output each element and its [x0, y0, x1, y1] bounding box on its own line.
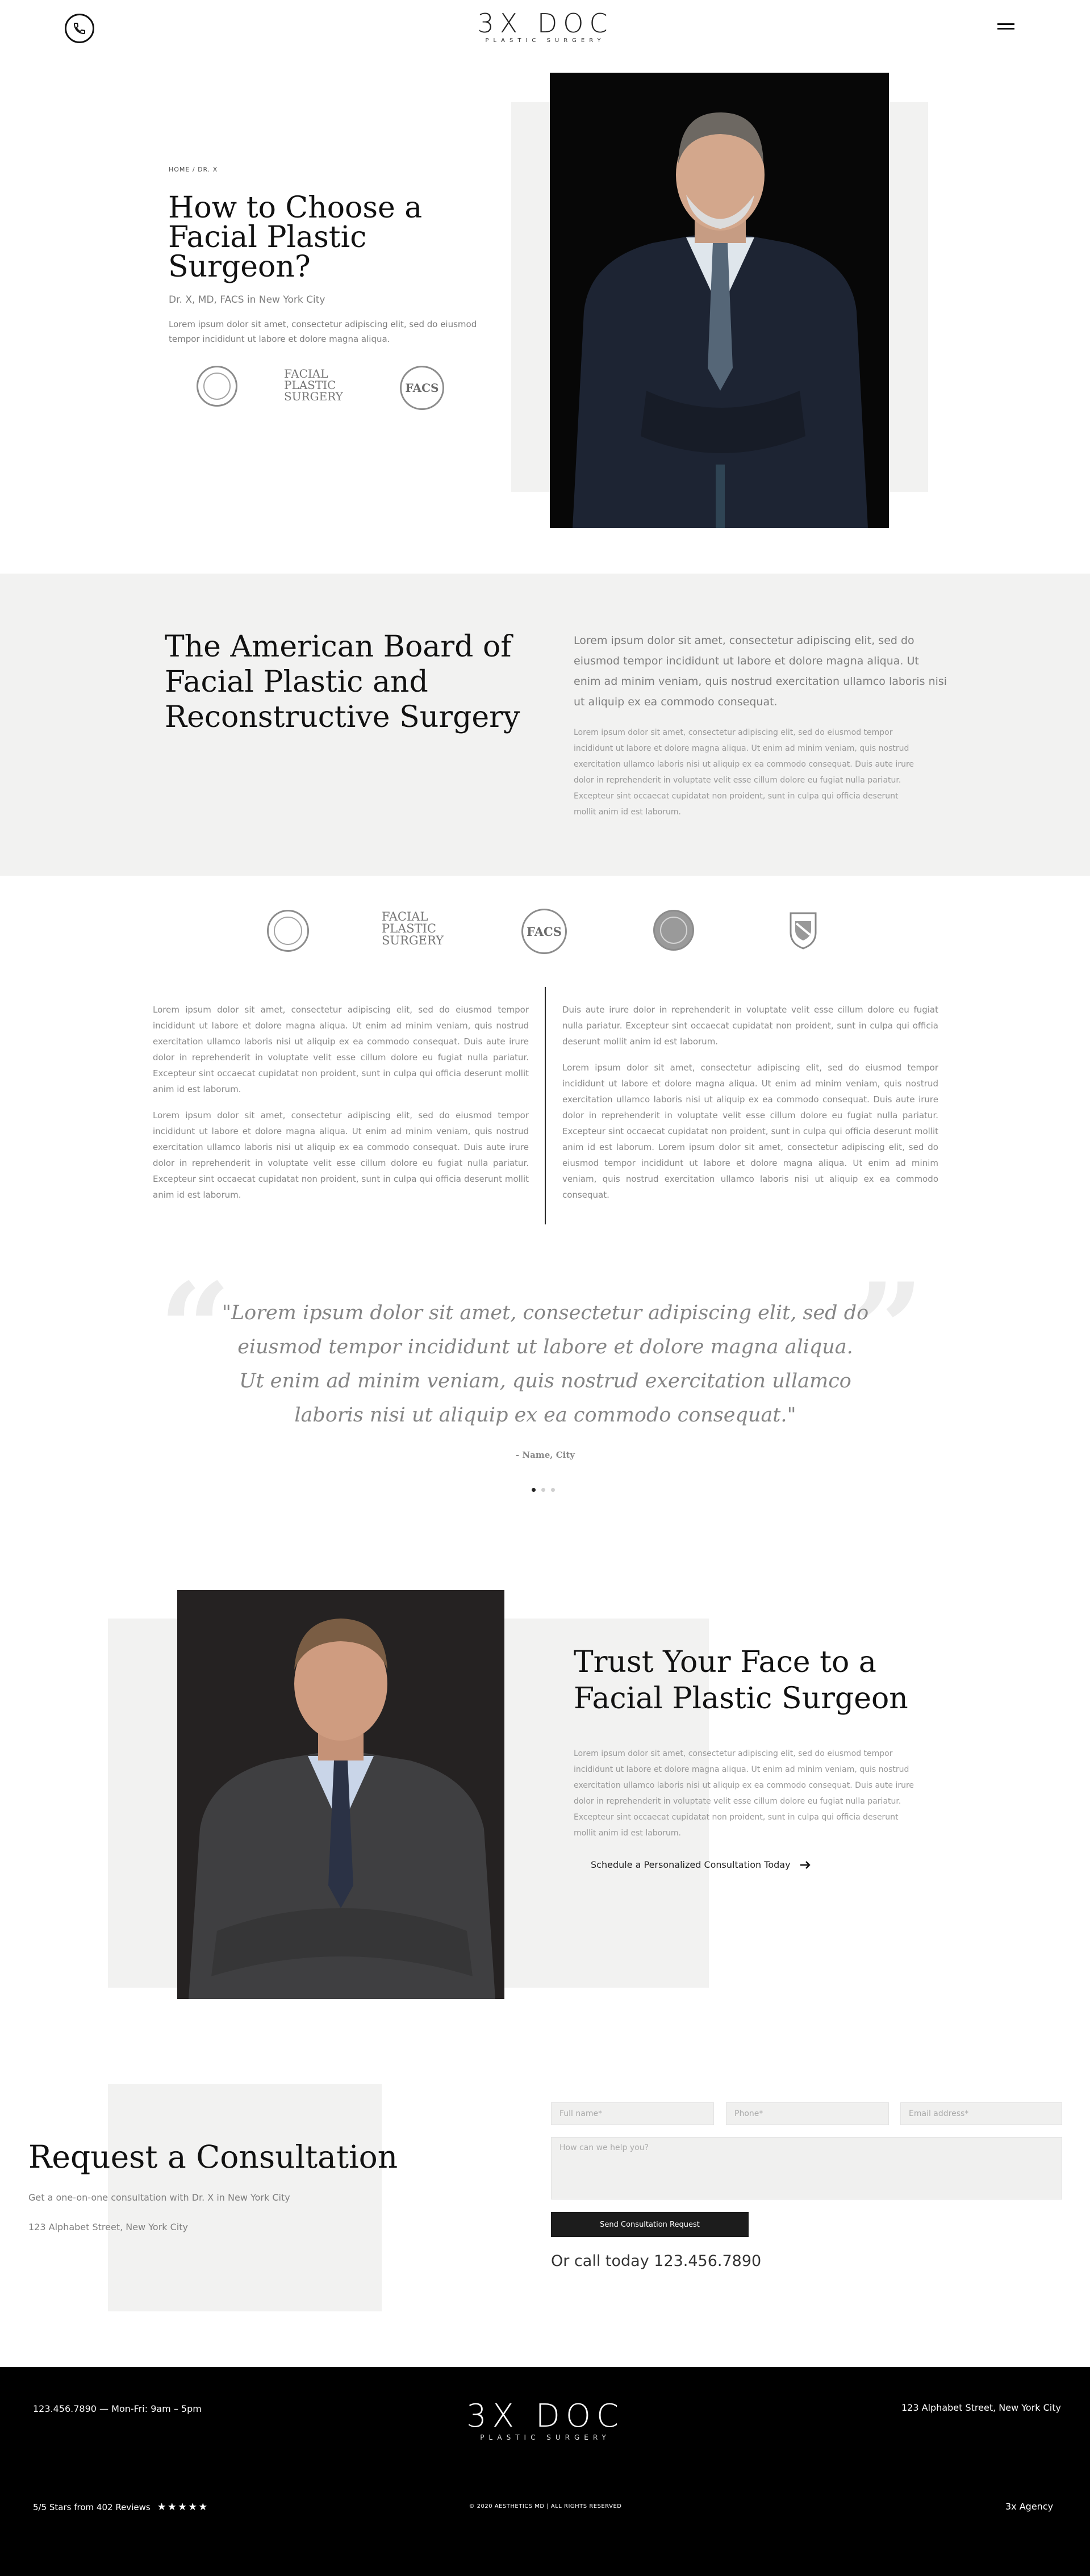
right-column: Duis aute irure dolor in reprehenderit i…: [562, 1002, 938, 1203]
right-paragraph-2: Lorem ipsum dolor sit amet, consectetur …: [562, 1063, 938, 1200]
carousel-dot-3[interactable]: [551, 1488, 555, 1492]
trust-doctor-photo: [177, 1590, 504, 1999]
board-seal-logo: [267, 910, 309, 952]
full-name-input[interactable]: Full name*: [551, 2102, 714, 2125]
footer-address[interactable]: 123 Alphabet Street, New York City: [901, 2402, 1061, 2413]
call-phone-link[interactable]: 123.456.7890: [654, 2252, 761, 2270]
carousel-dot-1[interactable]: [532, 1488, 536, 1492]
board-title: The American Board of Facial Plastic and…: [165, 630, 520, 734]
call-today-text: Or call today 123.456.7890: [551, 2252, 762, 2270]
trust-body: Lorem ipsum dolor sit amet, consectetur …: [574, 1749, 914, 1838]
facial-plastic-surgery-badge: FACIAL PLASTIC SURGERY: [284, 367, 343, 403]
footer-logo-tagline: PLASTIC SURGERY: [480, 2433, 611, 2441]
facs-logo: FACS: [521, 909, 567, 954]
email-input[interactable]: Email address*: [900, 2102, 1062, 2125]
arrow-right-icon: [800, 1860, 811, 1869]
footer-copyright: © 2020 AESTHETICS MD | ALL RIGHTS RESERV…: [469, 2503, 622, 2510]
hero-body: Lorem ipsum dolor sit amet, consectetur …: [169, 319, 477, 344]
breadcrumb[interactable]: HOME / DR. X: [169, 166, 218, 173]
testimonial-quote: "Lorem ipsum dolor sit amet, consectetur…: [222, 1302, 869, 1427]
trust-title: Trust Your Face to a Facial Plastic Surg…: [574, 1645, 908, 1716]
carousel-dots: [532, 1488, 555, 1492]
board-lead: Lorem ipsum dolor sit amet, consectetur …: [574, 634, 947, 708]
schedule-consultation-link[interactable]: Schedule a Personalized Consultation Tod…: [591, 1859, 811, 1870]
testimonial-author: - Name, City: [515, 1450, 575, 1460]
facs-badge: FACS: [400, 366, 444, 410]
left-column: Lorem ipsum dolor sit amet, consectetur …: [153, 1002, 529, 1203]
right-paragraph-1: Duis aute irure dolor in reprehenderit i…: [562, 1005, 938, 1047]
board-section: [0, 574, 1090, 876]
phone-button[interactable]: [65, 14, 94, 43]
academy-shield-logo: [787, 908, 819, 953]
board-body: Lorem ipsum dolor sit amet, consectetur …: [574, 728, 914, 817]
hero-doctor-photo: [550, 73, 889, 528]
society-seal-logo: [653, 910, 694, 951]
facial-plastic-surgery-logo: FACIAL PLASTIC SURGERY: [382, 910, 444, 947]
footer-logo[interactable]: 3X DOC PLASTIC SURGERY: [443, 2398, 648, 2441]
phone-input[interactable]: Phone*: [726, 2102, 889, 2125]
hero-subtitle: Dr. X, MD, FACS in New York City: [169, 294, 325, 306]
hamburger-menu-icon: [997, 23, 1014, 30]
carousel-dot-2[interactable]: [541, 1488, 545, 1492]
send-request-button[interactable]: Send Consultation Request: [551, 2212, 749, 2237]
menu-button[interactable]: [997, 20, 1014, 32]
page-title: How to Choose a Facial Plastic Surgeon?: [168, 191, 423, 284]
consult-address: 123 Alphabet Street, New York City: [28, 2222, 188, 2232]
agency-credit-link[interactable]: 3x Agency: [1005, 2501, 1053, 2512]
board-seal-badge: [197, 366, 237, 407]
rating-stars-icon: ★★★★★: [157, 2501, 209, 2513]
logo-wordmark: 3X DOC: [477, 8, 613, 39]
consult-title: Request a Consultation: [28, 2139, 398, 2175]
left-paragraph-1: Lorem ipsum dolor sit amet, consectetur …: [153, 1005, 529, 1094]
consult-subtitle: Get a one-on-one consultation with Dr. X…: [28, 2192, 290, 2203]
left-paragraph-2: Lorem ipsum dolor sit amet, consectetur …: [153, 1110, 529, 1200]
footer-phone-hours[interactable]: 123.456.7890 — Mon-Fri: 9am – 5pm: [33, 2403, 202, 2414]
column-divider: [545, 987, 546, 1224]
footer-reviews[interactable]: 5/5 Stars from 402 Reviews ★★★★★: [33, 2501, 208, 2513]
footer-logo-wordmark: 3X DOC: [466, 2398, 625, 2435]
site-logo[interactable]: 3X DOC PLASTIC SURGERY: [454, 8, 636, 44]
message-textarea[interactable]: How can we help you?: [551, 2137, 1062, 2199]
phone-icon: [73, 23, 85, 35]
